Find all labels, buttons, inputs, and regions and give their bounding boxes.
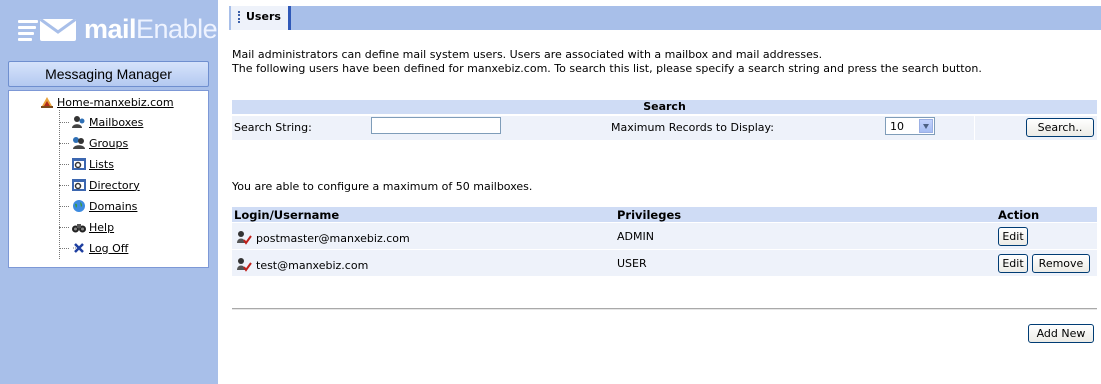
domains-icon (71, 198, 87, 214)
search-string-label: Search String: (234, 121, 312, 134)
sidebar-item-domains[interactable]: Domains (59, 196, 137, 216)
login-value: postmaster@manxebiz.com (256, 231, 410, 245)
logoff-icon (71, 240, 87, 256)
sidebar-label-directory[interactable]: Directory (89, 179, 140, 192)
logo-text-bold: mail (84, 13, 137, 44)
table-header: Login/Username Privileges Action (232, 207, 1097, 222)
tree-root-link[interactable]: Home-manxebiz.com (57, 96, 174, 109)
navigation-tree: Home-manxebiz.com Mailboxes Groups Lists (8, 90, 209, 268)
sidebar-item-directory[interactable]: Directory (59, 175, 140, 195)
page-description: Mail administrators can define mail syst… (232, 48, 982, 76)
sidebar-item-groups[interactable]: Groups (59, 133, 128, 153)
edit-button[interactable]: Edit (998, 254, 1028, 273)
search-title: Search (232, 100, 1097, 115)
table-row: postmaster@manxebiz.com ADMIN Edit (232, 223, 1097, 249)
sidebar-item-mailboxes[interactable]: Mailboxes (59, 112, 143, 132)
mailenable-logo: mailEnable (18, 13, 218, 44)
remove-button[interactable]: Remove (1032, 254, 1090, 273)
search-panel: Search Search String: Maximum Records to… (232, 100, 1097, 140)
column-login: Login/Username (234, 208, 340, 222)
mailbox-icon (71, 114, 87, 130)
description-line-2: The following users have been defined fo… (232, 62, 982, 75)
logo-text-thin: Enable (136, 13, 218, 44)
top-bar: Users (229, 6, 1101, 30)
messaging-manager-button[interactable]: Messaging Manager (8, 61, 209, 87)
search-input[interactable] (371, 117, 501, 134)
home-server-icon (39, 94, 55, 110)
max-records-select[interactable]: 10 (885, 117, 935, 135)
sidebar-label-domains[interactable]: Domains (89, 200, 137, 213)
lists-icon (71, 156, 87, 172)
description-line-1: Mail administrators can define mail syst… (232, 48, 823, 61)
sidebar-item-log-off[interactable]: Log Off (59, 238, 128, 258)
user-check-icon (236, 257, 252, 273)
tree-root: Home-manxebiz.com (39, 94, 174, 110)
column-action: Action (998, 208, 1040, 222)
tab-users[interactable]: Users (231, 6, 291, 30)
sidebar-item-help[interactable]: Help (59, 217, 114, 237)
search-row: Search String: Maximum Records to Displa… (232, 116, 1097, 140)
column-privileges: Privileges (617, 208, 682, 222)
sidebar-label-help[interactable]: Help (89, 221, 114, 234)
sidebar-label-groups[interactable]: Groups (89, 137, 128, 150)
sidebar-label-log-off[interactable]: Log Off (89, 242, 128, 255)
chevron-down-icon[interactable] (919, 119, 933, 133)
add-new-button[interactable]: Add New (1028, 324, 1094, 343)
login-cell: postmaster@manxebiz.com (236, 230, 410, 246)
directory-icon (71, 177, 87, 193)
login-value: test@manxebiz.com (256, 258, 369, 272)
table-row: test@manxebiz.com USER Edit Remove (232, 250, 1097, 276)
tab-users-label: Users (246, 10, 281, 23)
help-binoculars-icon (71, 219, 87, 235)
privileges-value: USER (617, 257, 647, 270)
users-table: Login/Username Privileges Action postmas… (232, 207, 1097, 276)
user-check-icon (236, 230, 252, 246)
sidebar-label-lists[interactable]: Lists (89, 158, 114, 171)
sidebar-item-lists[interactable]: Lists (59, 154, 114, 174)
divider (232, 308, 1097, 310)
login-cell: test@manxebiz.com (236, 257, 368, 273)
groups-icon (71, 135, 87, 151)
sidebar: mailEnable Messaging Manager Home-manxeb… (0, 0, 218, 384)
sidebar-label-mailboxes[interactable]: Mailboxes (89, 116, 143, 129)
privileges-value: ADMIN (617, 230, 654, 243)
max-records-value: 10 (890, 120, 904, 133)
max-mailboxes-note: You are able to configure a maximum of 5… (232, 180, 533, 193)
max-records-label: Maximum Records to Display: (611, 121, 774, 134)
edit-button[interactable]: Edit (998, 227, 1028, 246)
envelope-logo-icon (18, 17, 82, 41)
search-button[interactable]: Search.. (1026, 118, 1094, 137)
